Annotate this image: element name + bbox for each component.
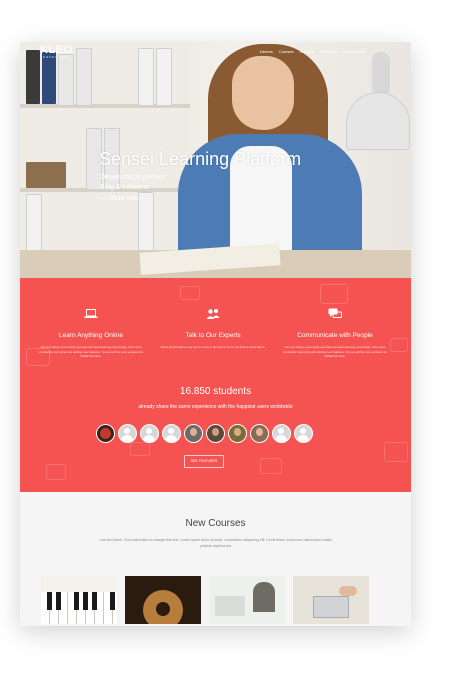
website-preview: KLEO SENSEI LMS Demos Courses Lessons Me…	[20, 42, 411, 626]
site-logo-tagline: SENSEI LMS	[40, 55, 69, 59]
avatar[interactable]	[162, 424, 181, 443]
course-thumbnail-desk[interactable]	[293, 576, 369, 624]
search-icon[interactable]: ⌕	[362, 48, 365, 54]
nav-item-lessons[interactable]: Lessons	[300, 49, 315, 54]
feature-learn-online: Learn Anything Online Join our happy com…	[36, 308, 146, 359]
feature-text: Join our happy community, get help and s…	[38, 345, 144, 358]
feature-text: Many great features are set to come in t…	[160, 345, 266, 349]
chat-icon	[328, 308, 342, 320]
feature-title: Learn Anything Online	[59, 332, 123, 339]
feature-title: Communicate with People	[297, 332, 373, 339]
hero-subtitle-secondary: Blog & Lessons	[100, 184, 149, 191]
nav-item-demos[interactable]: Demos	[260, 49, 273, 54]
avatar[interactable]	[140, 424, 159, 443]
more-info-link[interactable]: — More Info	[100, 195, 139, 202]
course-thumbnail-studio[interactable]	[209, 576, 285, 624]
avatar[interactable]	[184, 424, 203, 443]
students-count: 16.850 students	[179, 386, 252, 397]
avatar[interactable]	[118, 424, 137, 443]
avatar[interactable]	[96, 424, 115, 443]
member-avatars	[96, 424, 313, 443]
courses-title: New Courses	[185, 518, 246, 529]
hero-section: KLEO SENSEI LMS Demos Courses Lessons Me…	[20, 42, 411, 278]
feature-communicate: Communicate with People Join our happy c…	[280, 308, 390, 359]
avatar[interactable]	[228, 424, 247, 443]
avatar[interactable]	[206, 424, 225, 443]
lamp-shade-image	[346, 92, 410, 150]
laptop-icon	[84, 308, 98, 320]
avatar[interactable]	[294, 424, 313, 443]
main-menu: Demos Courses Lessons Members Contact Us	[260, 49, 363, 54]
course-thumbnail-guitar[interactable]	[125, 576, 201, 624]
courses-description: I am text block. Click edit button to ch…	[99, 538, 333, 548]
hero-subtitle: Details made perfect	[100, 174, 165, 181]
nav-item-members[interactable]: Members	[321, 49, 338, 54]
feature-talk-experts: Talk to Our Experts Many great features …	[158, 308, 268, 350]
nav-item-contact[interactable]: Contact Us	[343, 49, 363, 54]
nav-item-courses[interactable]: Courses	[279, 49, 294, 54]
feature-title: Talk to Our Experts	[185, 332, 241, 339]
see-features-button[interactable]: SEE FEATURES	[184, 455, 224, 468]
features-section: Learn Anything Online Join our happy com…	[20, 278, 411, 492]
avatar[interactable]	[250, 424, 269, 443]
users-icon	[206, 308, 220, 320]
hero-title: Sensei Learning Platform	[99, 149, 302, 169]
course-thumbnail-piano[interactable]	[41, 576, 117, 624]
students-subtitle: already share the same experience with t…	[138, 404, 293, 410]
avatar[interactable]	[272, 424, 291, 443]
feature-text: Join our happy community, get help and s…	[282, 345, 388, 358]
course-thumbnails	[41, 576, 369, 624]
top-navigation: KLEO SENSEI LMS Demos Courses Lessons Me…	[20, 42, 411, 62]
